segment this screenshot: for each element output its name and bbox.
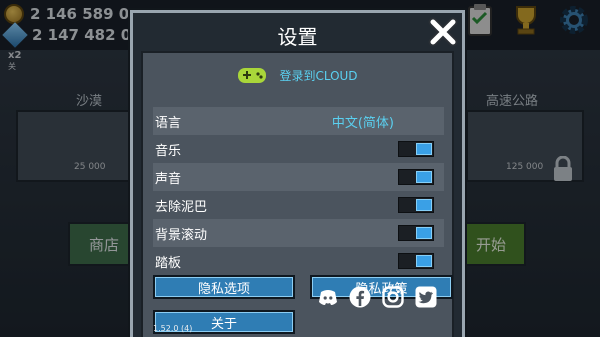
discord-icon[interactable] <box>317 286 339 308</box>
sound-toggle[interactable] <box>398 169 434 185</box>
about-label: 关于 <box>210 316 237 332</box>
language-label: 语言 <box>155 115 182 131</box>
music-row: 音乐 <box>153 135 444 163</box>
toggle-knob <box>416 171 432 183</box>
music-toggle[interactable] <box>398 141 434 157</box>
version-label: 1.52.0 (4) <box>153 324 193 333</box>
privacy-options-label: 隐私选项 <box>197 281 250 297</box>
background-scroll-label: 背景滚动 <box>155 227 208 243</box>
pedals-row: 踏板 <box>153 247 444 275</box>
pedals-label: 踏板 <box>155 255 182 271</box>
gamepad-icon <box>238 68 267 83</box>
cloud-login-label: 登录到CLOUD <box>279 68 358 83</box>
remove-mud-label: 去除泥巴 <box>155 199 208 215</box>
toggle-knob <box>416 255 432 267</box>
facebook-icon[interactable] <box>349 286 371 308</box>
music-label: 音乐 <box>155 143 182 159</box>
background-scroll-row: 背景滚动 <box>153 219 444 247</box>
instagram-icon[interactable] <box>382 286 404 308</box>
pedals-toggle[interactable] <box>398 253 434 269</box>
language-select[interactable]: 中文(简体) <box>332 112 394 131</box>
remove-mud-toggle[interactable] <box>398 197 434 213</box>
twitter-icon[interactable] <box>415 286 437 308</box>
background-scroll-toggle[interactable] <box>398 225 434 241</box>
dialog-title: 设置 <box>277 25 318 49</box>
cloud-login-button[interactable]: 登录到CLOUD <box>143 65 452 85</box>
sound-label: 声音 <box>155 171 182 187</box>
toggle-knob <box>416 199 432 211</box>
privacy-options-button[interactable]: 隐私选项 <box>153 275 295 299</box>
toggle-knob <box>416 143 432 155</box>
language-row: 语言 中文(简体) <box>153 107 444 135</box>
remove-mud-row: 去除泥巴 <box>153 191 444 219</box>
sound-row: 声音 <box>153 163 444 191</box>
settings-panel: 登录到CLOUD 语言 中文(简体) 音乐 声音 去除泥巴 背景滚动 踏板 隐私… <box>141 51 454 337</box>
close-icon[interactable] <box>428 17 458 47</box>
toggle-knob <box>416 227 432 239</box>
